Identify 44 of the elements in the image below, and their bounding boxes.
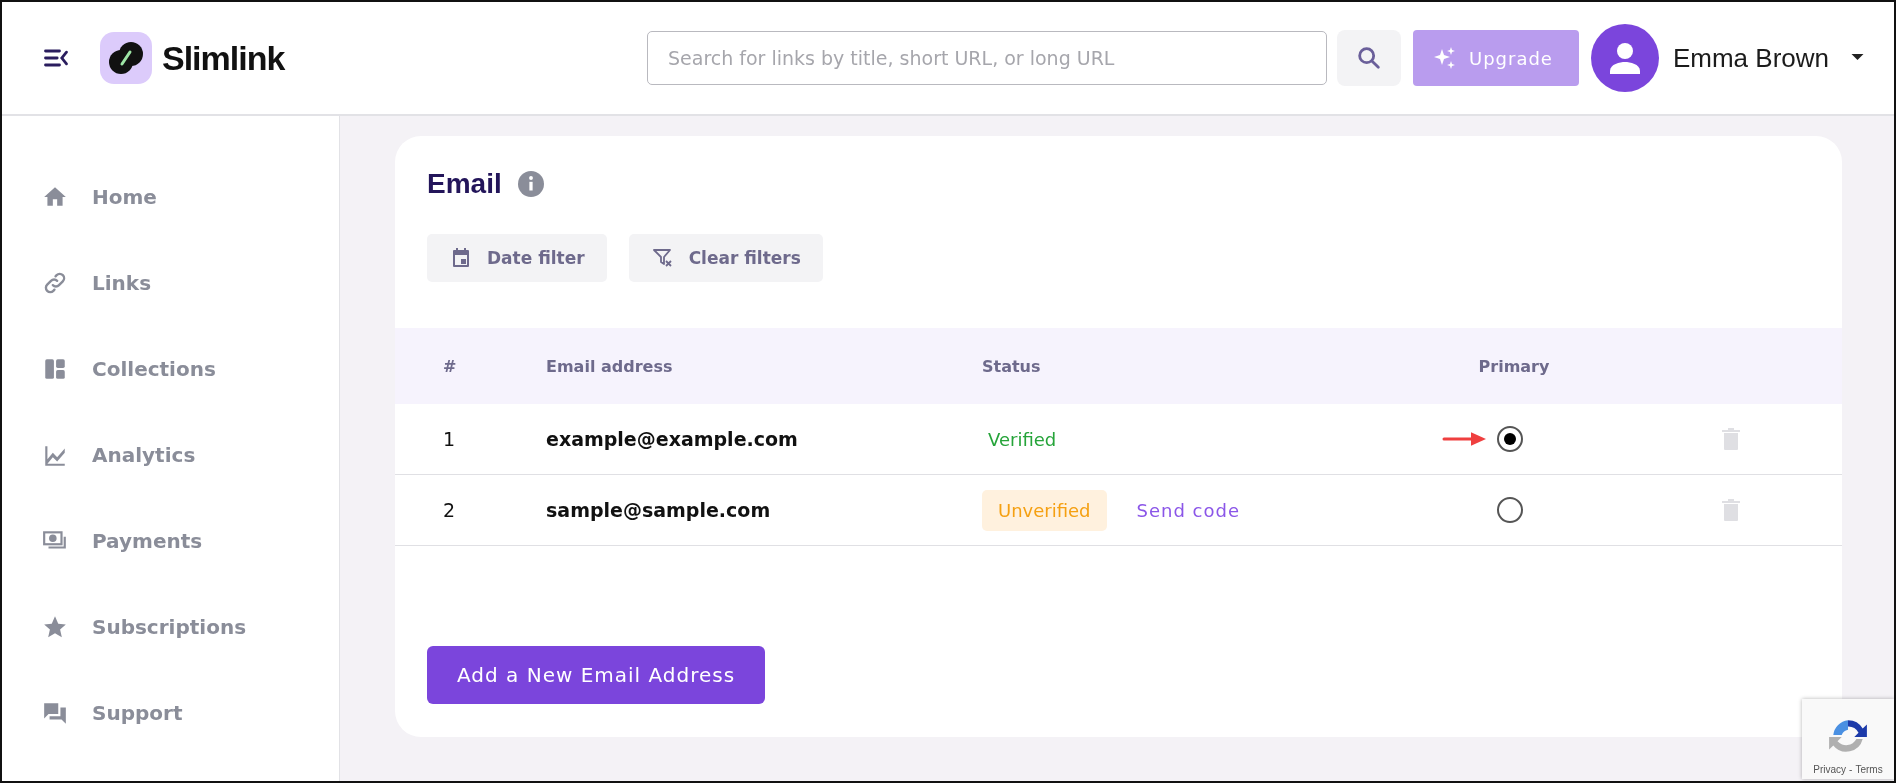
avatar-icon — [1590, 24, 1659, 92]
link-icon — [42, 270, 68, 296]
column-header: Status — [982, 356, 1042, 376]
status-text: Verified — [987, 427, 1058, 452]
trash-icon — [1721, 427, 1741, 451]
trash-icon — [1721, 498, 1741, 522]
column-header: Primary — [1477, 356, 1551, 376]
primary-radio[interactable] — [1497, 497, 1523, 523]
column-header: # — [442, 356, 458, 376]
search-icon — [1355, 44, 1383, 72]
info-icon — [517, 171, 544, 197]
separator: - — [1849, 764, 1853, 775]
sidebar-item[interactable]: Home — [2, 154, 339, 240]
sidebar-item[interactable]: Subscriptions — [2, 584, 339, 670]
row-number: 2 — [442, 499, 457, 521]
email-address: example@example.com — [546, 428, 799, 450]
privacy-link[interactable]: Privacy — [1813, 764, 1847, 775]
chat-icon — [42, 700, 68, 726]
search-field[interactable]: Search for links by title, short URL, or long URL — [647, 31, 1327, 85]
user-menu[interactable]: Emma Brown — [1672, 42, 1864, 74]
row-number: 1 — [442, 428, 457, 450]
card-title: Email — [427, 168, 502, 200]
filter-button[interactable]: Date filter — [427, 234, 607, 282]
logo-text: Slimlink — [162, 38, 285, 78]
caret-icon — [1851, 54, 1864, 62]
sidebar-item[interactable]: Links — [2, 240, 339, 326]
search-button[interactable] — [1337, 30, 1401, 86]
filter-button[interactable]: Clear filters — [628, 234, 823, 282]
dashboard-icon — [42, 356, 68, 382]
sidebar-item[interactable]: Analytics — [2, 412, 339, 498]
sidebar-item[interactable]: Collections — [2, 326, 339, 412]
column-header: Email address — [546, 356, 674, 376]
send-code-link[interactable]: Send code — [1136, 499, 1241, 521]
sidebar-item[interactable]: Payments — [2, 498, 339, 584]
sidebar-item[interactable]: Support — [2, 670, 339, 756]
primary-radio[interactable] — [1497, 426, 1523, 452]
add-email-button[interactable]: Add a New Email Address — [427, 646, 766, 704]
sparkle-icon — [1433, 46, 1457, 70]
logo-icon — [100, 32, 152, 84]
upgrade-button[interactable]: Upgrade — [1413, 30, 1579, 86]
terms-link[interactable]: Terms — [1855, 764, 1883, 775]
star-icon — [42, 614, 68, 640]
status-badge: Unverified — [982, 489, 1107, 531]
email-address: sample@sample.com — [546, 499, 772, 521]
